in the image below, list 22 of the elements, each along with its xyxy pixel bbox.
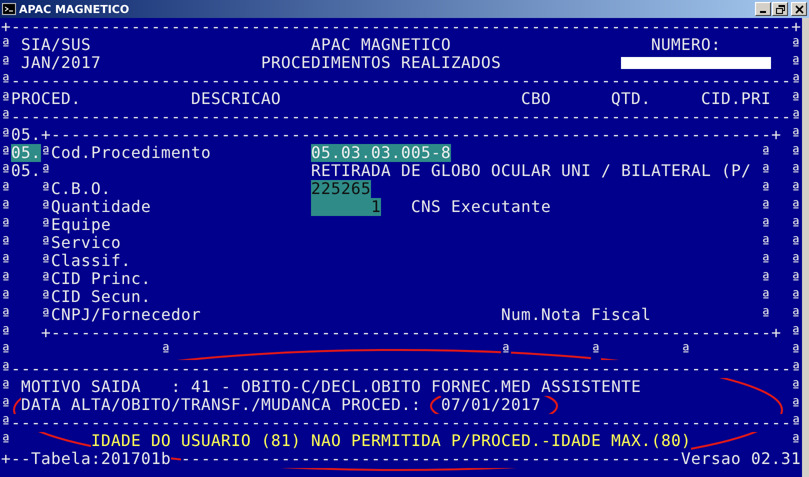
field-label: ªCNPJ/Fornecedor — [41, 306, 201, 324]
minimize-icon — [760, 11, 766, 13]
warning-message: IDADE DO USUARIO (81) NAO PERMITIDA P/PROCED.-IDADE MAX.(80) — [91, 432, 691, 450]
field-label: RETIRADA DE GLOBO OCULAR UNI / BILATERAL (P/ — [311, 162, 751, 180]
close-icon — [794, 4, 804, 14]
field-label: MOTIVO SAIDA : 41 - OBITO-C/DECL.OBITO FORNEC.MED ASSISTENTE — [21, 378, 641, 396]
restore-icon — [776, 4, 784, 14]
field-label: JAN/2017 — [21, 54, 101, 72]
field-value[interactable]: 225265 — [311, 180, 371, 198]
close-button[interactable] — [791, 2, 807, 16]
field-label: ªQuantidade — [41, 198, 151, 216]
minimize-button[interactable] — [755, 2, 771, 16]
field-label: SIA/SUS — [21, 36, 91, 54]
field-value[interactable]: 1 — [311, 198, 381, 216]
window-title: APAC MAGNETICO — [19, 2, 130, 16]
field-value[interactable]: 05. — [11, 144, 41, 162]
field-label: ªEquipe — [41, 216, 111, 234]
border-mark: ª — [591, 342, 601, 360]
field-value[interactable]: 05.03.03.005-8 — [311, 144, 451, 162]
restore-button[interactable] — [772, 2, 788, 16]
console-icon — [2, 3, 16, 15]
numero-field[interactable] — [621, 57, 771, 69]
